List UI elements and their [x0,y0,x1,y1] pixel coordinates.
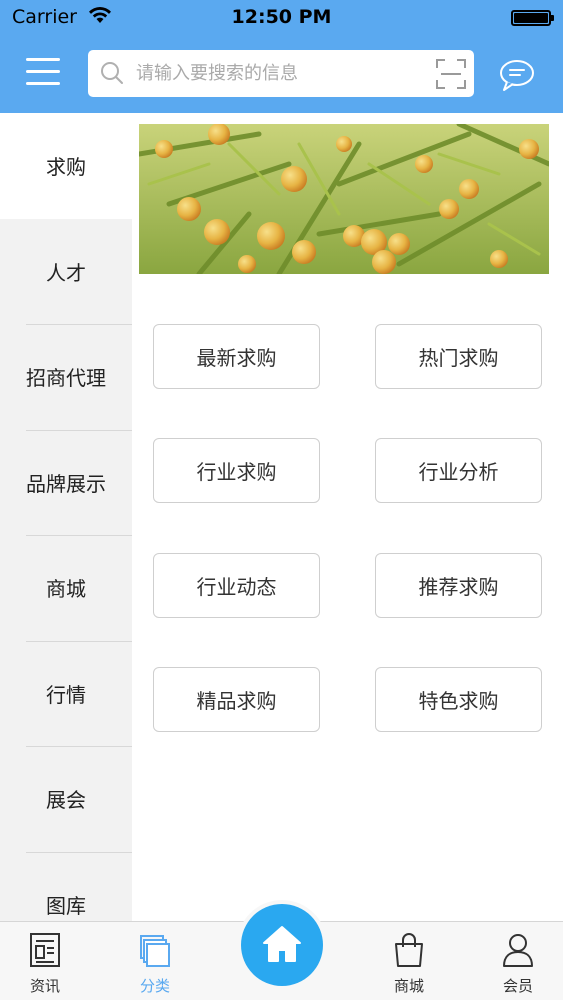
industry-analysis-button[interactable]: 行业分析 [375,438,542,503]
industry-demand-button[interactable]: 行业求购 [153,438,320,503]
tab-category-label: 分类 [139,977,170,995]
sidebar-item-qiugou[interactable]: 求购 [0,113,132,219]
sidebar-item-market[interactable]: 行情 [0,640,132,747]
tab-category[interactable]: 分类 [110,922,200,1000]
tab-mall[interactable]: 商城 [364,922,454,1000]
category-icon [140,935,170,967]
home-icon [263,926,301,962]
home-button[interactable] [241,904,323,986]
premium-demand-button[interactable]: 精品求购 [153,667,320,732]
tab-member-label: 会员 [502,977,533,995]
recommended-demand-button[interactable]: 推荐求购 [375,553,542,618]
scan-icon[interactable] [436,59,466,89]
tab-news[interactable]: 资讯 [0,922,90,1000]
hot-demand-button[interactable]: 热门求购 [375,324,542,389]
menu-button[interactable] [26,58,60,86]
tab-news-label: 资讯 [29,977,60,995]
menu-icon [26,58,60,61]
search-bar[interactable] [88,50,474,97]
category-sidebar: 求购 人才 招商代理 品牌展示 商城 行情 展会 图库 [0,113,132,921]
search-icon [101,62,123,84]
banner-image[interactable] [139,124,549,274]
industry-news-button[interactable]: 行业动态 [153,553,320,618]
user-icon [503,934,533,967]
tab-member[interactable]: 会员 [473,922,563,1000]
main-content: 最新求购 热门求购 行业求购 行业分析 行业动态 推荐求购 精品求购 特色求购 [132,113,563,921]
sidebar-item-expo[interactable]: 展会 [0,746,132,852]
latest-demand-button[interactable]: 最新求购 [153,324,320,389]
top-bar: Carrier 12:50 PM [0,0,563,113]
sidebar-item-mall[interactable]: 商城 [0,535,132,641]
shopping-bag-icon [395,933,423,967]
sidebar-item-gallery[interactable]: 图库 [0,851,132,922]
tab-mall-label: 商城 [393,977,424,995]
clock: 12:50 PM [231,6,332,28]
sidebar-item-rencai[interactable]: 人才 [0,219,132,325]
featured-demand-button[interactable]: 特色求购 [375,667,542,732]
battery-icon [511,10,554,26]
chat-icon[interactable] [498,58,536,92]
status-bar: Carrier 12:50 PM [0,0,563,36]
news-icon [30,933,60,967]
search-input[interactable] [136,58,416,89]
sidebar-item-zhaoshang[interactable]: 招商代理 [0,324,132,430]
sidebar-item-brand[interactable]: 品牌展示 [0,429,132,536]
